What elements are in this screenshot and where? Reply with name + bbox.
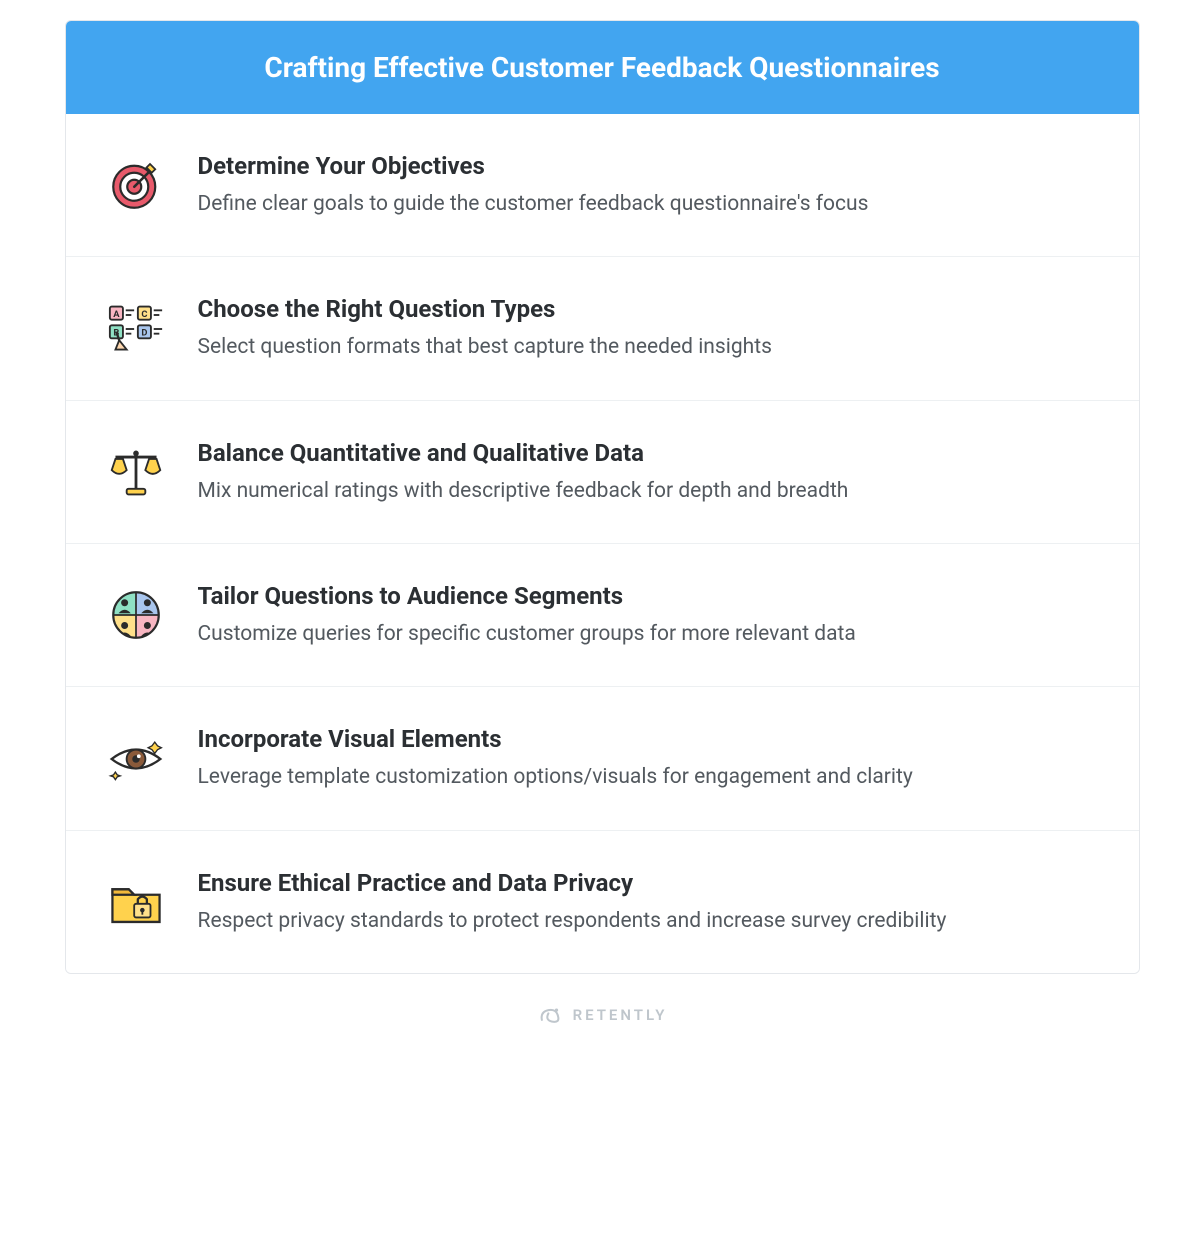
- item-description: Customize queries for specific customer …: [198, 620, 1101, 648]
- item-title: Balance Quantitative and Qualitative Dat…: [198, 439, 1101, 467]
- item-title: Determine Your Objectives: [198, 152, 1101, 180]
- list-item: A C B D: [66, 256, 1139, 399]
- list-item: Balance Quantitative and Qualitative Dat…: [66, 400, 1139, 543]
- item-text: Ensure Ethical Practice and Data Privacy…: [198, 869, 1101, 935]
- svg-text:D: D: [141, 327, 147, 338]
- question-types-icon: A C B D: [104, 297, 168, 361]
- item-title: Ensure Ethical Practice and Data Privacy: [198, 869, 1101, 897]
- svg-text:A: A: [113, 308, 120, 319]
- list-item: Determine Your Objectives Define clear g…: [66, 114, 1139, 256]
- item-description: Mix numerical ratings with descriptive f…: [198, 477, 1101, 505]
- brand-name: RETENTLY: [573, 1006, 668, 1024]
- lock-folder-icon: [104, 870, 168, 934]
- target-icon: [104, 153, 168, 217]
- item-title: Choose the Right Question Types: [198, 295, 1101, 323]
- svg-text:C: C: [141, 308, 147, 319]
- item-description: Leverage template customization options/…: [198, 763, 1101, 791]
- item-text: Balance Quantitative and Qualitative Dat…: [198, 439, 1101, 505]
- header-banner: Crafting Effective Customer Feedback Que…: [66, 21, 1139, 114]
- item-text: Incorporate Visual Elements Leverage tem…: [198, 725, 1101, 791]
- items-list: Determine Your Objectives Define clear g…: [66, 114, 1139, 973]
- infographic-card: Crafting Effective Customer Feedback Que…: [65, 20, 1140, 974]
- item-description: Select question formats that best captur…: [198, 333, 1101, 361]
- item-text: Determine Your Objectives Define clear g…: [198, 152, 1101, 218]
- audience-segments-icon: [104, 583, 168, 647]
- item-title: Incorporate Visual Elements: [198, 725, 1101, 753]
- brand-logo-icon: [537, 1002, 563, 1028]
- header-title: Crafting Effective Customer Feedback Que…: [264, 51, 939, 84]
- footer-brand: RETENTLY: [20, 974, 1184, 1048]
- eye-icon: [104, 727, 168, 791]
- item-text: Tailor Questions to Audience Segments Cu…: [198, 582, 1101, 648]
- item-title: Tailor Questions to Audience Segments: [198, 582, 1101, 610]
- item-text: Choose the Right Question Types Select q…: [198, 295, 1101, 361]
- balance-scale-icon: [104, 440, 168, 504]
- item-description: Respect privacy standards to protect res…: [198, 907, 1101, 935]
- list-item: Incorporate Visual Elements Leverage tem…: [66, 686, 1139, 829]
- list-item: Ensure Ethical Practice and Data Privacy…: [66, 830, 1139, 973]
- list-item: Tailor Questions to Audience Segments Cu…: [66, 543, 1139, 686]
- item-description: Define clear goals to guide the customer…: [198, 190, 1101, 218]
